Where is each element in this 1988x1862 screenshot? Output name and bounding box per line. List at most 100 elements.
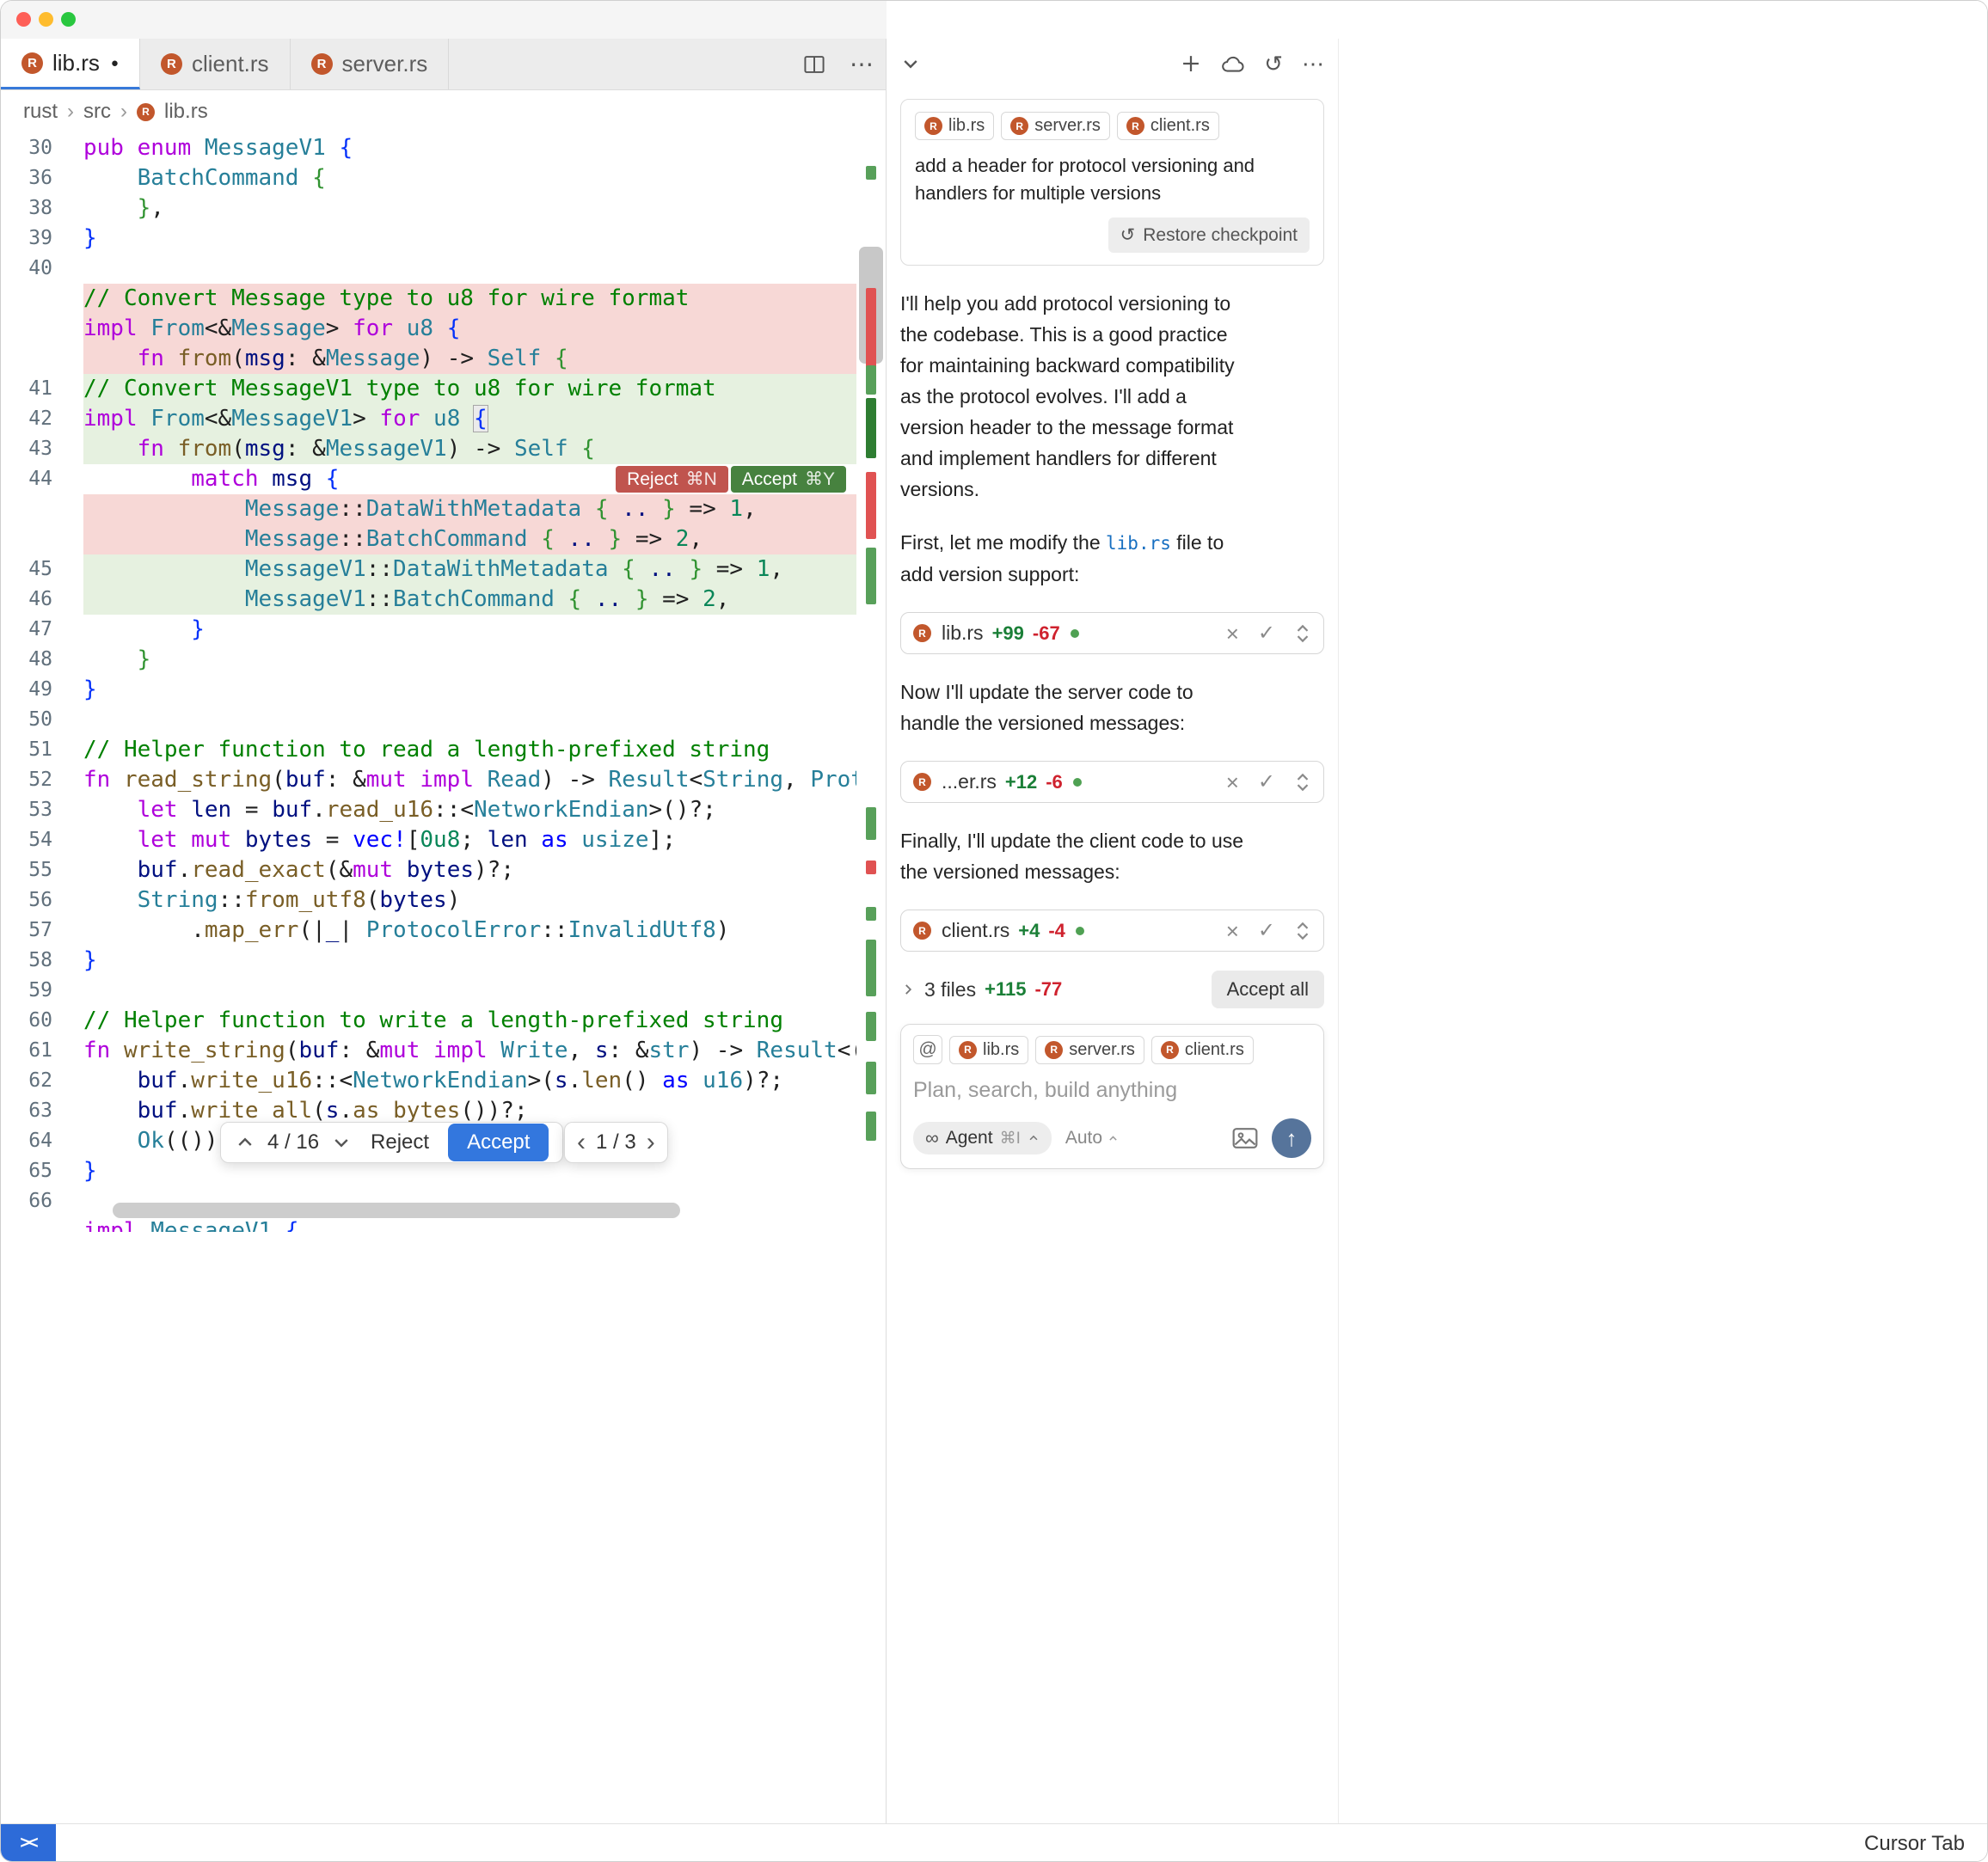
prev-file-button[interactable]: ‹: [577, 1130, 586, 1155]
inline-reject-button[interactable]: Reject⌘N: [616, 466, 728, 493]
breadcrumb-item-src[interactable]: src: [83, 100, 111, 124]
code-line[interactable]: impl From<&Message> for u8 {: [1, 314, 886, 344]
code-line[interactable]: 38 },: [1, 193, 886, 224]
breadcrumb-item-file[interactable]: lib.rs: [164, 100, 208, 124]
rust-file-icon: R: [1126, 117, 1144, 135]
code-line[interactable]: 41// Convert MessageV1 type to u8 for wi…: [1, 374, 886, 404]
restore-checkpoint-button[interactable]: ↺ Restore checkpoint: [1108, 217, 1310, 253]
next-diff-button[interactable]: [331, 1132, 352, 1153]
code-line[interactable]: Message::BatchCommand { .. } => 2,: [1, 524, 886, 554]
context-chip-server-rs[interactable]: Rserver.rs: [1001, 112, 1110, 140]
code-line[interactable]: 46 MessageV1::BatchCommand { .. } => 2,: [1, 585, 886, 615]
code-line[interactable]: 59: [1, 976, 886, 1006]
breadcrumb-item-rust[interactable]: rust: [23, 100, 58, 124]
code-line[interactable]: 49}: [1, 675, 886, 705]
zoom-window-button[interactable]: [61, 12, 76, 27]
composer-chip-server-rs[interactable]: Rserver.rs: [1035, 1036, 1144, 1064]
code-text: // Convert Message type to u8 for wire f…: [83, 284, 886, 314]
attach-image-icon[interactable]: [1232, 1127, 1258, 1149]
code-line[interactable]: 44 match msg {Reject⌘NAccept⌘Y: [1, 464, 886, 494]
code-text: [83, 254, 886, 284]
accept-file-icon[interactable]: ✓: [1258, 623, 1275, 644]
horizontal-scrollbar-thumb[interactable]: [113, 1203, 680, 1218]
model-selector[interactable]: Auto: [1065, 1128, 1119, 1148]
chat-composer[interactable]: @ Rlib.rs Rserver.rs Rclient.rs Plan, se…: [900, 1024, 1324, 1169]
code-line[interactable]: 39}: [1, 224, 886, 254]
split-editor-icon[interactable]: [791, 39, 838, 89]
agent-mode-selector[interactable]: ∞ Agent ⌘I: [913, 1122, 1052, 1155]
file-diff-card-server-rs[interactable]: R ...er.rs +12 -6 × ✓: [900, 761, 1324, 803]
code-line[interactable]: 36 BatchCommand {: [1, 163, 886, 193]
context-chip-client-rs[interactable]: Rclient.rs: [1117, 112, 1219, 140]
tab-lib-rs[interactable]: R lib.rs ●: [1, 39, 140, 89]
prev-diff-button[interactable]: [235, 1132, 255, 1153]
code-line[interactable]: 58}: [1, 946, 886, 976]
code-line[interactable]: 57 .map_err(|_| ProtocolError::InvalidUt…: [1, 916, 886, 946]
code-line[interactable]: impl MessageV1 {: [1, 1216, 886, 1232]
code-line[interactable]: // Convert Message type to u8 for wire f…: [1, 284, 886, 314]
cursor-tab-status[interactable]: Cursor Tab: [1864, 1832, 1965, 1856]
text-run: add version support:: [900, 563, 1079, 585]
file-diff-card-lib-rs[interactable]: R lib.rs +99 -67 × ✓: [900, 612, 1324, 654]
expand-file-icon[interactable]: [1294, 773, 1311, 792]
code-line[interactable]: 42impl From<&MessageV1> for u8 {: [1, 404, 886, 434]
editor-more-actions-icon[interactable]: ⋯: [838, 39, 886, 89]
code-line[interactable]: 45 MessageV1::DataWithMetadata { .. } =>…: [1, 554, 886, 585]
cloud-icon[interactable]: [1221, 52, 1245, 76]
code-line[interactable]: Message::DataWithMetadata { .. } => 1,: [1, 494, 886, 524]
code-line[interactable]: 51// Helper function to read a length-pr…: [1, 735, 886, 765]
reject-file-icon[interactable]: ×: [1226, 622, 1239, 645]
expand-file-icon[interactable]: [1294, 624, 1311, 643]
send-button[interactable]: ↑: [1272, 1118, 1311, 1158]
composer-chip-lib-rs[interactable]: Rlib.rs: [949, 1036, 1028, 1064]
code-line[interactable]: 60// Helper function to write a length-p…: [1, 1006, 886, 1036]
code-line[interactable]: 48 }: [1, 645, 886, 675]
context-chips: Rlib.rs Rserver.rs Rclient.rs: [915, 112, 1310, 140]
code-line[interactable]: 55 buf.read_exact(&mut bytes)?;: [1, 855, 886, 885]
chevron-right-icon[interactable]: [900, 982, 916, 997]
new-chat-icon[interactable]: [1180, 52, 1202, 75]
remote-indicator[interactable]: ><: [1, 1824, 56, 1862]
next-file-button[interactable]: ›: [647, 1130, 655, 1155]
code-text: BatchCommand {: [83, 163, 886, 193]
code-line[interactable]: 62 buf.write_u16::<NetworkEndian>(s.len(…: [1, 1066, 886, 1096]
reject-button[interactable]: Reject: [364, 1130, 436, 1155]
tab-client-rs[interactable]: R client.rs: [140, 39, 291, 89]
inline-accept-button[interactable]: Accept⌘Y: [731, 466, 846, 493]
code-editor[interactable]: 30pub enum MessageV1 {36 BatchCommand {3…: [1, 133, 886, 1823]
accept-file-icon[interactable]: ✓: [1258, 772, 1275, 793]
accept-file-icon[interactable]: ✓: [1258, 921, 1275, 941]
minimize-window-button[interactable]: [39, 12, 53, 27]
reject-file-icon[interactable]: ×: [1226, 920, 1239, 942]
add-context-button[interactable]: @: [913, 1035, 942, 1064]
accept-all-button[interactable]: Accept all: [1212, 971, 1324, 1008]
assistant-text: Now I'll update the server code tohandle…: [900, 677, 1324, 738]
code-line[interactable]: 40: [1, 254, 886, 284]
code-text: }: [83, 675, 886, 705]
close-window-button[interactable]: [16, 12, 31, 27]
chat-collapse-icon[interactable]: [900, 53, 921, 74]
code-line[interactable]: 50: [1, 705, 886, 735]
code-line[interactable]: 30pub enum MessageV1 {: [1, 133, 886, 163]
code-line[interactable]: fn from(msg: &Message) -> Self {: [1, 344, 886, 374]
code-line[interactable]: 54 let mut bytes = vec![0u8; len as usiz…: [1, 825, 886, 855]
code-line[interactable]: 52fn read_string(buf: &mut impl Read) ->…: [1, 765, 886, 795]
file-diff-card-client-rs[interactable]: R client.rs +4 -4 × ✓: [900, 910, 1324, 952]
chat-input[interactable]: Plan, search, build anything: [913, 1078, 1311, 1103]
history-icon[interactable]: ↺: [1264, 51, 1283, 77]
code-line[interactable]: 43 fn from(msg: &MessageV1) -> Self {: [1, 434, 886, 464]
tab-server-rs[interactable]: R server.rs: [291, 39, 450, 89]
context-chip-lib-rs[interactable]: Rlib.rs: [915, 112, 994, 140]
reject-file-icon[interactable]: ×: [1226, 771, 1239, 793]
tab-bar: R lib.rs ● R client.rs R server.rs ⋯: [1, 39, 886, 90]
composer-chip-client-rs[interactable]: Rclient.rs: [1151, 1036, 1254, 1064]
expand-file-icon[interactable]: [1294, 922, 1311, 940]
accept-button[interactable]: Accept: [448, 1124, 549, 1161]
code-line[interactable]: 47 }: [1, 615, 886, 645]
chat-more-options-icon[interactable]: ⋯: [1302, 51, 1324, 77]
overview-ruler-mark: [866, 1112, 876, 1141]
code-line[interactable]: 53 let len = buf.read_u16::<NetworkEndia…: [1, 795, 886, 825]
code-line[interactable]: 56 String::from_utf8(bytes): [1, 885, 886, 916]
code-line[interactable]: 61fn write_string(buf: &mut impl Write, …: [1, 1036, 886, 1066]
lines-added: +99: [992, 622, 1024, 645]
